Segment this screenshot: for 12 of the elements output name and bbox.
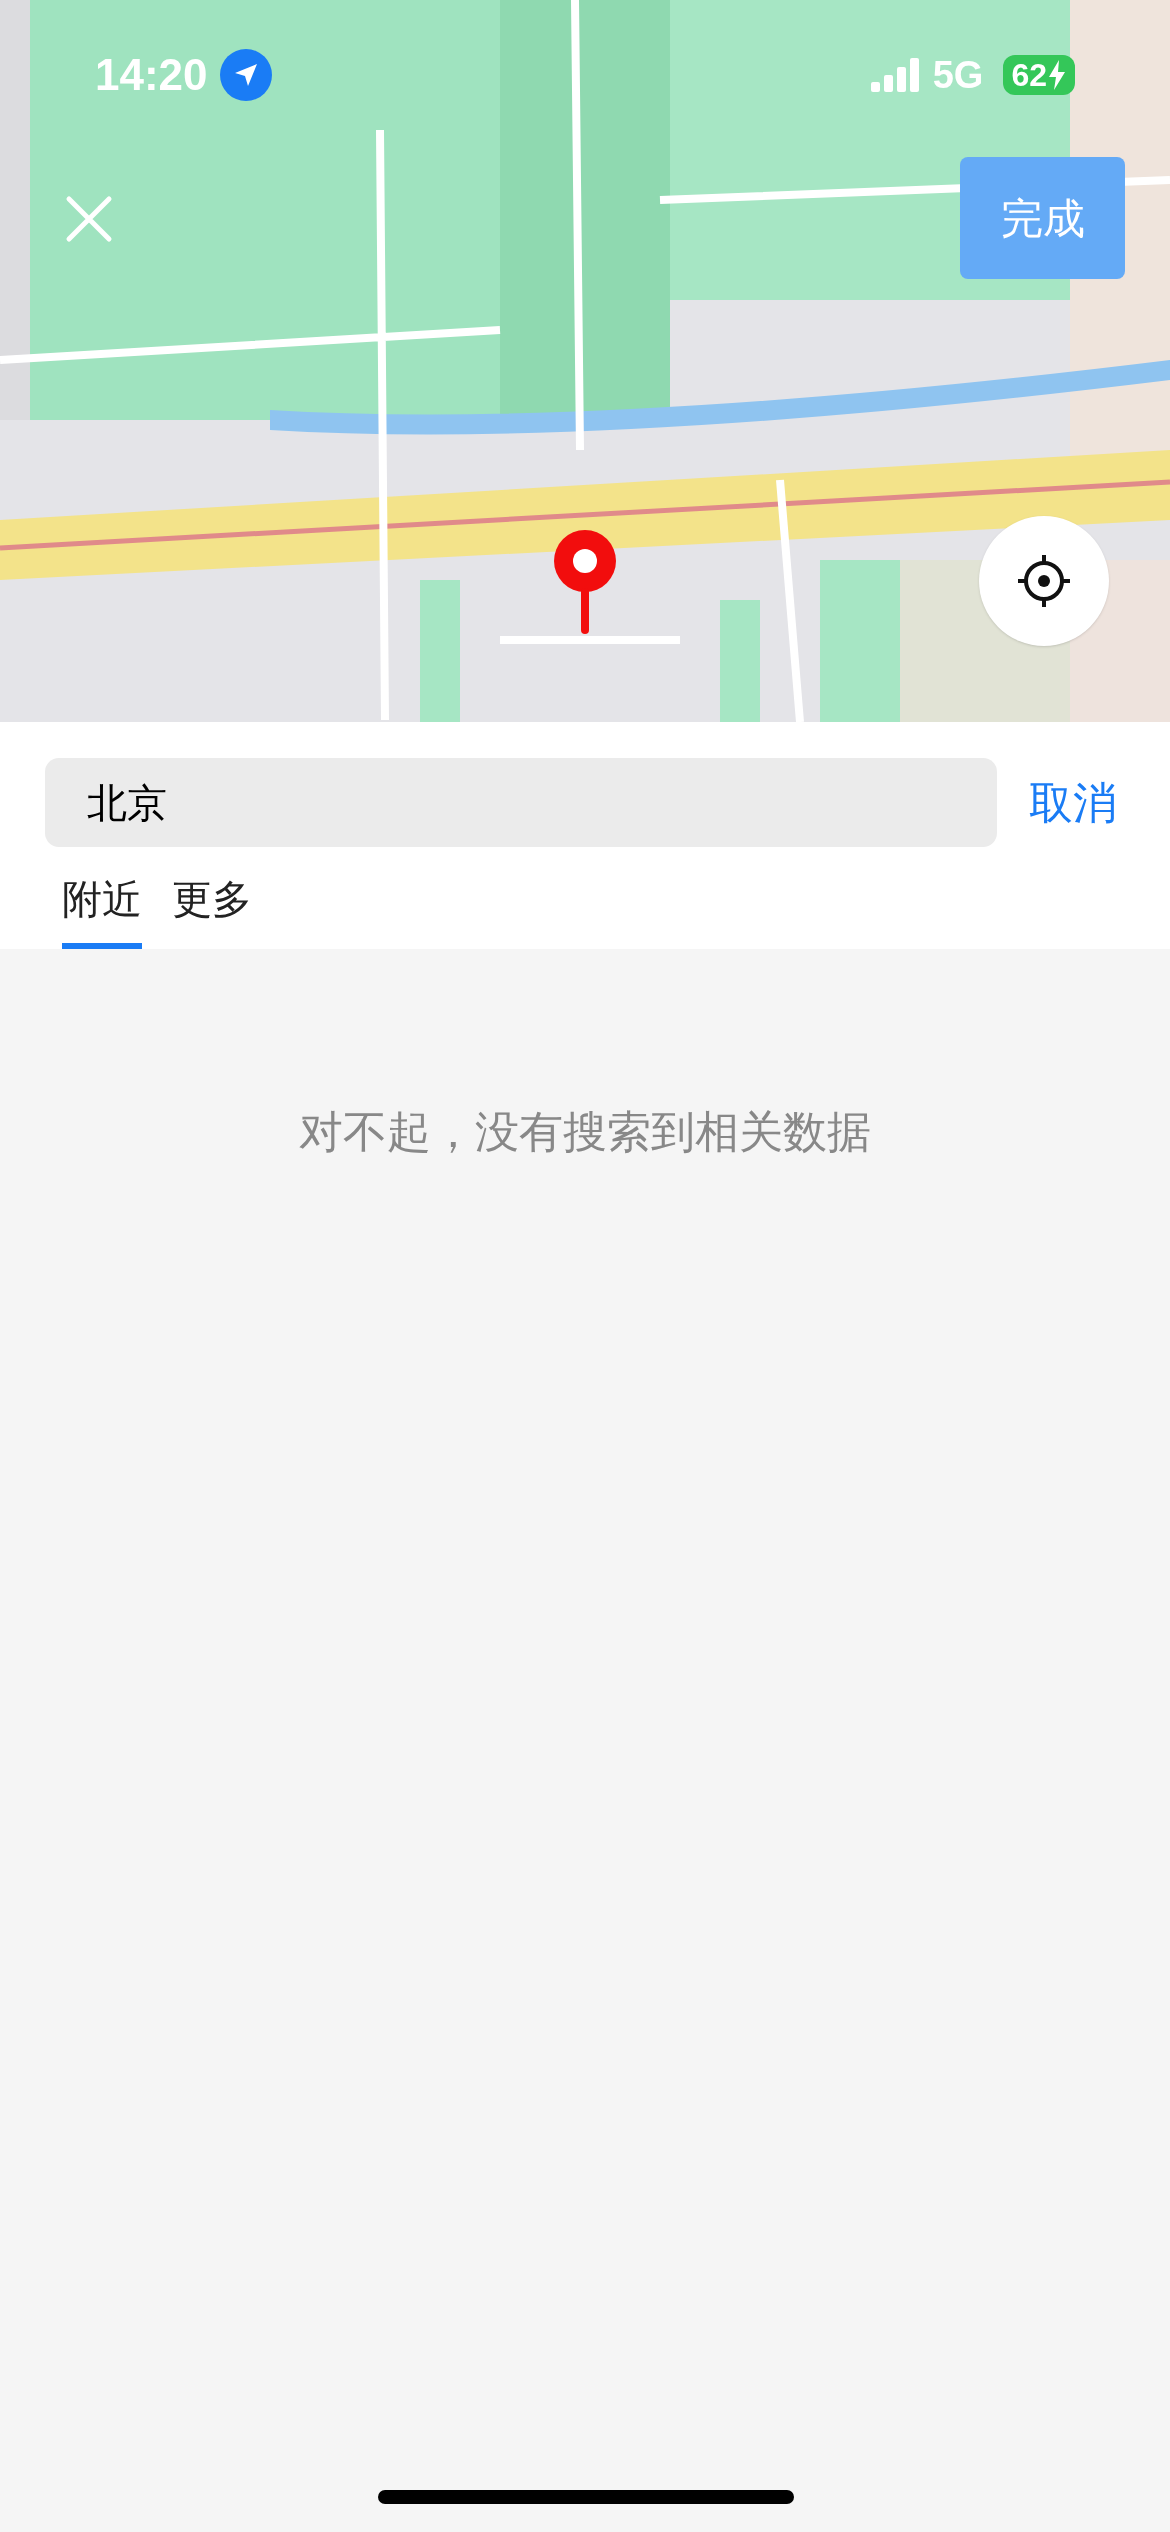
tab[interactable]: 附近 [62,869,142,949]
cancel-button[interactable]: 取消 [1029,769,1125,836]
crosshair-icon [1016,553,1072,609]
status-time: 14:20 [95,49,208,101]
search-field[interactable]: 北京 [45,758,997,847]
tab[interactable]: 更多 [172,869,252,949]
network-label: 5G [932,52,984,98]
battery-indicator: 62 [1003,55,1075,95]
map-pin-icon [552,528,618,634]
signal-icon [870,58,921,92]
empty-message: 对不起，没有搜索到相关数据 [299,1106,871,1158]
close-icon [65,195,113,243]
